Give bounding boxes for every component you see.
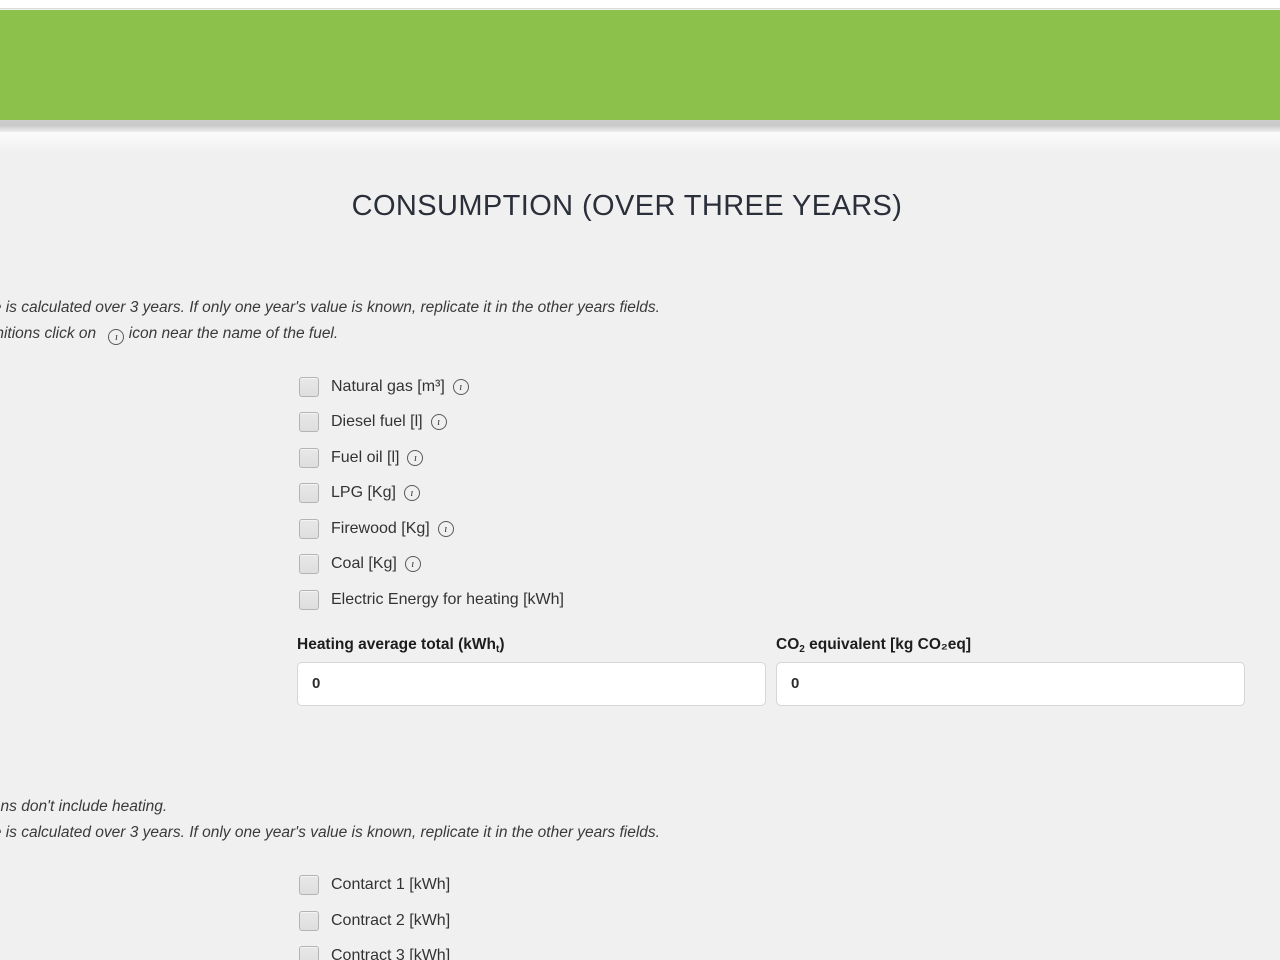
heating-notes: verage is calculated over 3 years. If on…: [0, 295, 1280, 347]
heating-note-definitions-suffix: icon near the name of the fuel.: [128, 325, 339, 342]
fuel-label-diesel-fuel: Diesel fuel [l]: [331, 413, 423, 431]
banner-fade: [0, 132, 1280, 152]
checkbox-contract-1[interactable]: [299, 875, 319, 896]
info-icon-firewood[interactable]: ı: [437, 520, 454, 537]
electricity-note-no-heating: umptions don't include heating.: [0, 797, 168, 815]
fuel-label-natural-gas: Natural gas [m³]: [331, 377, 445, 395]
fuel-row-firewood[interactable]: Firewood [Kg] ı: [299, 511, 1280, 547]
banner-divider: [0, 120, 1280, 132]
main-content: CONSUMPTION (OVER THREE YEARS) verage is…: [0, 152, 1280, 960]
contract-row-3[interactable]: Contract 3 [kWh]: [299, 939, 1280, 960]
info-icon-natural-gas[interactable]: ı: [452, 378, 469, 395]
checkbox-lpg[interactable]: [299, 483, 319, 504]
heating-totals: Heating average total (kWht) 0 CO2 equiv…: [0, 636, 1280, 706]
heating-average-total-label: Heating average total (kWht): [297, 635, 766, 655]
electricity-notes: umptions don't include heating. verage i…: [0, 794, 1280, 846]
info-icon: ı: [108, 329, 125, 345]
app-banner: ule: [0, 10, 1280, 120]
electricity-note-average: verage is calculated over 3 years. If on…: [0, 823, 660, 841]
heating-note-average: verage is calculated over 3 years. If on…: [0, 299, 660, 316]
fuel-label-electric-energy: Electric Energy for heating [kWh]: [331, 590, 564, 608]
checkbox-diesel-fuel[interactable]: [299, 412, 319, 433]
top-white-strip: [0, 0, 1280, 9]
contract-row-1[interactable]: Contarct 1 [kWh]: [299, 868, 1280, 904]
fuel-label-fuel-oil: Fuel oil [l]: [331, 448, 400, 466]
contract-label-3: Contract 3 [kWh]: [331, 947, 451, 960]
heating-average-total-label-sub: t: [495, 643, 500, 655]
contract-label-1: Contarct 1 [kWh]: [331, 876, 451, 894]
fuel-row-natural-gas[interactable]: Natural gas [m³] ı: [299, 369, 1280, 405]
checkbox-coal[interactable]: [299, 554, 319, 575]
fuel-label-coal: Coal [Kg]: [331, 555, 397, 573]
checkbox-natural-gas[interactable]: [299, 376, 319, 397]
heating-note-definitions-prefix: el definitions click on: [0, 325, 97, 342]
co2-equivalent-label-tail: equivalent [kg CO₂eq]: [804, 635, 972, 653]
contract-row-2[interactable]: Contract 2 [kWh]: [299, 903, 1280, 939]
info-icon-fuel-oil[interactable]: ı: [407, 449, 424, 466]
info-icon-lpg[interactable]: ı: [403, 485, 420, 502]
fuel-row-coal[interactable]: Coal [Kg] ı: [299, 547, 1280, 583]
page-title: CONSUMPTION (OVER THREE YEARS): [351, 190, 903, 222]
co2-equivalent-label-main: CO: [776, 635, 800, 653]
heating-average-total-input[interactable]: 0: [297, 661, 766, 706]
heating-average-total-label-main: Heating average total (kWh: [297, 635, 496, 653]
heating-average-total-label-tail: ): [499, 635, 505, 653]
fuel-row-fuel-oil[interactable]: Fuel oil [l] ı: [299, 440, 1280, 476]
checkbox-contract-3[interactable]: [299, 946, 319, 960]
checkbox-electric-energy[interactable]: [299, 589, 319, 610]
checkbox-contract-2[interactable]: [299, 910, 319, 931]
page-root: ule CONSUMPTION (OVER THREE YEARS) verag…: [0, 0, 1280, 960]
fuel-row-lpg[interactable]: LPG [Kg] ı: [299, 476, 1280, 512]
co2-equivalent-input[interactable]: 0: [776, 661, 1245, 706]
checkbox-fuel-oil[interactable]: [299, 447, 319, 468]
fuel-row-electric-energy[interactable]: Electric Energy for heating [kWh]: [299, 582, 1280, 618]
co2-equivalent-label-sub: 2: [799, 643, 805, 655]
contract-label-2: Contract 2 [kWh]: [331, 911, 451, 929]
co2-equivalent-label: CO2 equivalent [kg CO₂eq]: [776, 635, 1245, 655]
fuel-checkbox-list: Natural gas [m³] ı Diesel fuel [l] ı Fue…: [0, 369, 1280, 618]
info-icon-coal[interactable]: ı: [404, 556, 421, 573]
co2-equivalent-field: CO2 equivalent [kg CO₂eq] 0: [776, 636, 1245, 706]
fuel-label-firewood: Firewood [Kg]: [331, 519, 430, 537]
heating-note-definitions: el definitions click on ı icon near the …: [0, 321, 1280, 347]
fuel-row-diesel-fuel[interactable]: Diesel fuel [l] ı: [299, 405, 1280, 441]
info-icon-diesel-fuel[interactable]: ı: [430, 414, 447, 431]
checkbox-firewood[interactable]: [299, 518, 319, 539]
heating-average-total-field: Heating average total (kWht) 0: [297, 636, 766, 706]
fuel-label-lpg: LPG [Kg]: [331, 484, 396, 502]
contract-checkbox-list: Contarct 1 [kWh] Contract 2 [kWh] Contra…: [0, 868, 1280, 960]
